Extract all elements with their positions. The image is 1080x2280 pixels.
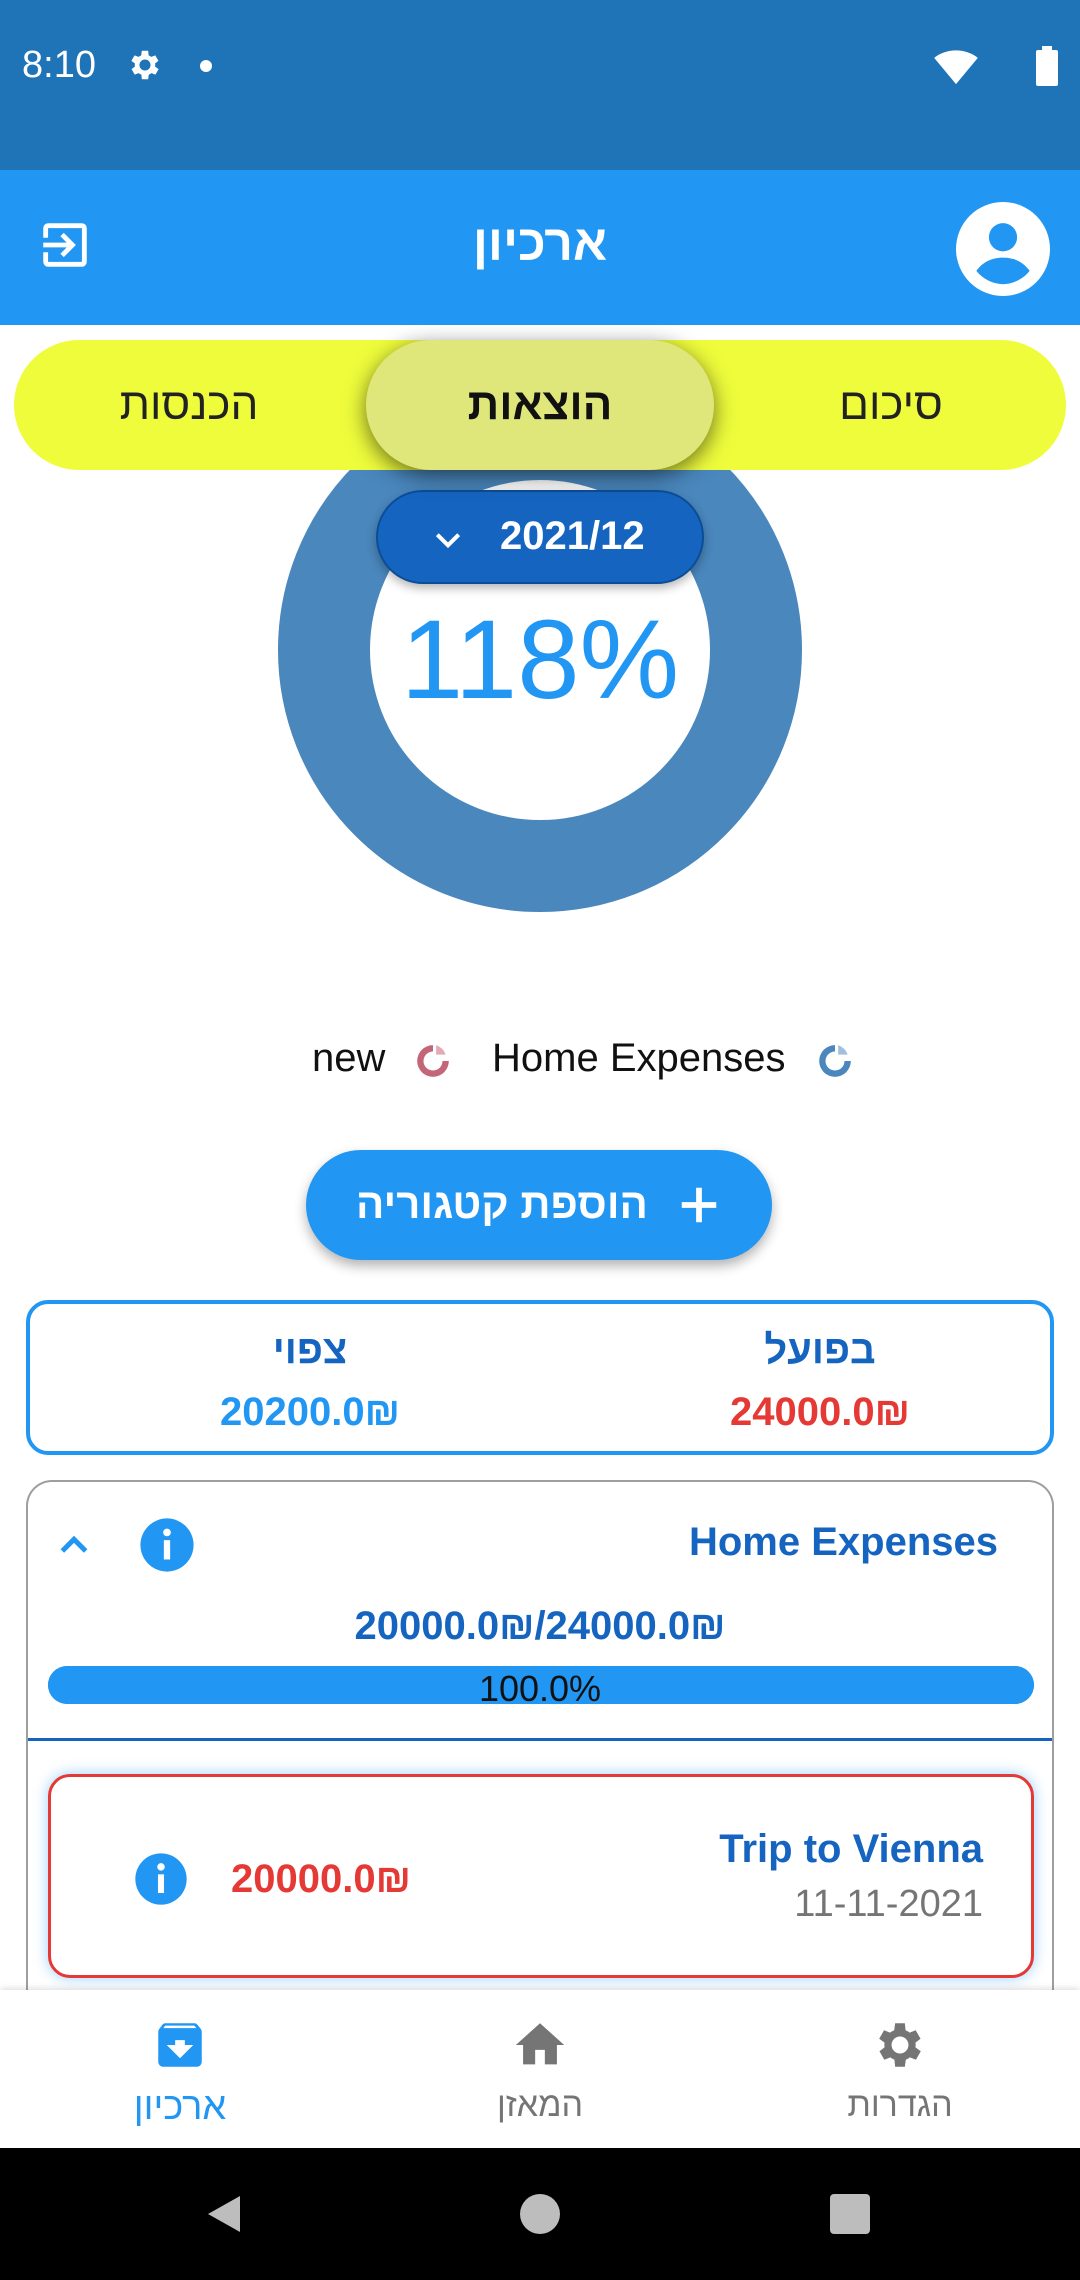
nav-balance[interactable]: המאזן xyxy=(410,1990,670,2148)
archive-icon xyxy=(158,2023,202,2067)
add-category-button[interactable]: הוספת קטגוריה xyxy=(306,1150,772,1260)
expense-title: Trip to Vienna xyxy=(719,1827,983,1871)
category-amount: 20000.0₪/24000.0₪ xyxy=(354,1604,726,1648)
nav-archive[interactable]: ארכיון xyxy=(50,1990,310,2148)
tab-income-label: הכנסות xyxy=(119,380,259,429)
nav-balance-label: המאזן xyxy=(496,2086,584,2124)
pie-chart-icon xyxy=(414,1042,452,1085)
legend-label-new: new xyxy=(312,1036,386,1080)
totals-card: צפוי 20200.0₪ בפועל 24000.0₪ xyxy=(26,1300,1054,1455)
gear-icon xyxy=(879,2023,921,2067)
add-category-label: הוספת קטגוריה xyxy=(356,1180,648,1227)
home-button-icon[interactable] xyxy=(520,2194,560,2234)
info-icon[interactable] xyxy=(133,1851,189,1912)
chevron-down-icon xyxy=(432,524,464,561)
tab-summary-label: סיכום xyxy=(839,380,943,429)
battery-icon xyxy=(1036,46,1058,91)
page-title: ארכיון xyxy=(472,215,608,271)
status-time: 8:10 xyxy=(22,44,96,86)
plus-icon xyxy=(676,1182,722,1233)
percentage-label: 118% xyxy=(400,597,680,722)
account-icon[interactable] xyxy=(956,202,1050,301)
tab-bar: הכנסות הוצאות סיכום xyxy=(14,340,1066,470)
legend-label-home-expenses: Home Expenses xyxy=(492,1036,786,1080)
month-value: 2021/12 xyxy=(500,514,645,558)
month-selector[interactable]: 2021/12 xyxy=(376,490,704,584)
category-card: Home Expenses 20000.0₪/24000.0₪ 100.0% 2… xyxy=(26,1480,1054,2020)
system-navigation-bar xyxy=(0,2148,1080,2280)
wifi-icon xyxy=(934,46,978,91)
category-name[interactable]: Home Expenses xyxy=(689,1520,998,1565)
actual-label: בפועל xyxy=(764,1328,876,1372)
settings-notification-icon xyxy=(126,46,164,89)
info-icon[interactable] xyxy=(138,1516,196,1579)
expense-date: 11-11-2021 xyxy=(794,1883,983,1925)
expense-amount: 20000.0₪ xyxy=(231,1857,411,1901)
nav-archive-label: ארכיון xyxy=(133,2086,227,2128)
tab-summary[interactable]: סיכום xyxy=(716,340,1066,470)
tab-income[interactable]: הכנסות xyxy=(14,340,364,470)
nav-settings[interactable]: הגדרות xyxy=(770,1990,1030,2148)
expected-label: צפוי xyxy=(272,1328,348,1372)
home-icon xyxy=(515,2023,565,2065)
tab-expenses[interactable]: הוצאות xyxy=(364,340,716,470)
recent-apps-icon[interactable] xyxy=(830,2194,870,2234)
divider xyxy=(28,1738,1052,1741)
app-bar: ארכיון xyxy=(0,170,1080,325)
status-bar: 8:10 xyxy=(0,0,1080,170)
chevron-up-icon[interactable] xyxy=(54,1526,94,1571)
expected-value: 20200.0₪ xyxy=(220,1390,400,1434)
nav-settings-label: הגדרות xyxy=(847,2086,953,2124)
back-icon[interactable] xyxy=(204,2194,244,2239)
bottom-navigation: ארכיון המאזן הגדרות xyxy=(0,1990,1080,2148)
notification-dot-icon xyxy=(200,60,212,72)
tab-expenses-label: הוצאות xyxy=(467,380,613,429)
actual-value: 24000.0₪ xyxy=(730,1390,910,1434)
pie-chart-icon xyxy=(816,1042,854,1085)
expense-item[interactable]: 20000.0₪ Trip to Vienna 11-11-2021 xyxy=(48,1774,1034,1978)
progress-label: 100.0% xyxy=(478,1668,602,1709)
